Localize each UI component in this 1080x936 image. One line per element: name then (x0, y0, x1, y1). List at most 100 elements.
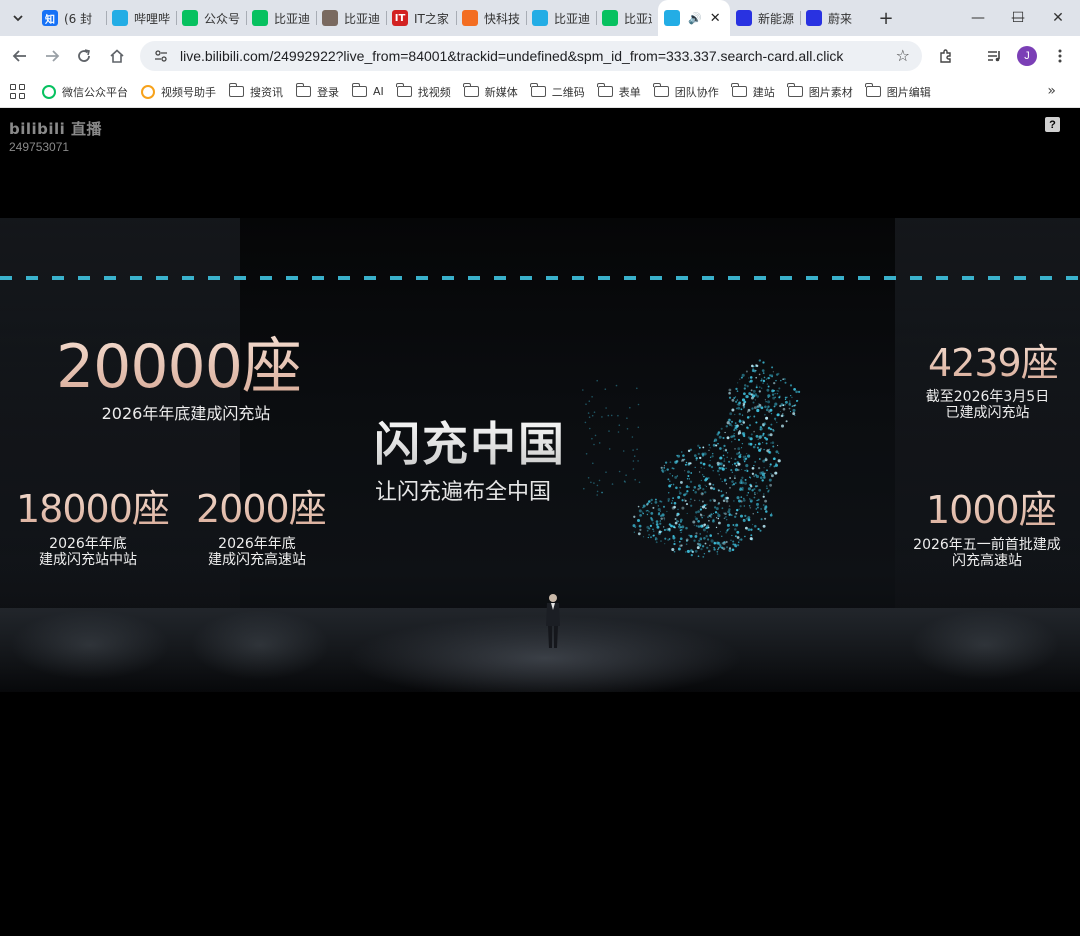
folder-icon (597, 83, 613, 97)
browser-tab[interactable]: 快科技 (456, 0, 526, 36)
tab-title: 比亚迪 (344, 11, 380, 26)
bookmark-label: 搜资讯 (250, 85, 283, 99)
bookmark-folder[interactable]: 建站 (731, 83, 775, 100)
stat-caption: 2026年五一前首批建成 闪充高速站 (905, 537, 1069, 569)
bookmark-label: 图片编辑 (886, 85, 931, 99)
stat-value: 18000座 (16, 487, 170, 531)
tab-title: 新能源 (758, 11, 794, 26)
home-icon (110, 49, 124, 63)
avatar: J (1017, 46, 1037, 66)
bookmark-folder[interactable]: 找视频 (396, 83, 451, 100)
stat-caption-line: 2026年年底 (49, 536, 127, 552)
tab-favicon-icon (252, 10, 268, 26)
stat-value: 2000座 (196, 487, 327, 531)
tab-favicon-icon (736, 10, 752, 26)
browser-menu-button[interactable] (1044, 40, 1076, 72)
bookmark-label: 视频号助手 (161, 85, 216, 99)
close-tab-button[interactable]: ✕ (710, 11, 721, 26)
bookmark-folder[interactable]: 表单 (597, 83, 641, 100)
tab-title: 比亚迪 (274, 11, 310, 26)
media-queue-icon (988, 51, 1000, 62)
stat-caption: 2026年年底 建成闪充站中站 (18, 536, 158, 568)
help-icon[interactable]: ? (1045, 117, 1060, 132)
tab-title: 蔚来 (828, 11, 853, 26)
bookmark-folder[interactable]: AI (351, 83, 384, 98)
site-info-icon[interactable] (152, 49, 170, 63)
address-bar[interactable]: live.bilibili.com/24992922?live_from=840… (140, 41, 922, 71)
china-map-particles (582, 359, 801, 558)
folder-icon (731, 83, 747, 97)
chevron-down-icon (13, 15, 23, 22)
bookmark-star-icon[interactable]: ☆ (896, 46, 910, 65)
stat-caption-line: 建成闪充高速站 (208, 552, 306, 568)
profile-button[interactable]: J (1011, 40, 1043, 72)
bookmark-label: 找视频 (417, 85, 451, 99)
tab-title: 比亚迪 (554, 11, 590, 26)
bookmark-label: 图片素材 (808, 85, 853, 99)
stat-caption-line: 闪充高速站 (952, 553, 1022, 569)
stat-caption: 2026年年底 建成闪充高速站 (190, 536, 324, 568)
back-button[interactable] (4, 40, 36, 72)
tab-favicon-icon (664, 10, 680, 26)
stat-value: 4239座 (928, 341, 1059, 385)
bookmark-link[interactable]: 微信公众平台 (42, 84, 128, 100)
bookmark-folder[interactable]: 团队协作 (653, 83, 719, 100)
bookmark-folder[interactable]: 新媒体 (463, 83, 518, 100)
media-control-button[interactable] (978, 40, 1010, 72)
floor-reflection (190, 610, 330, 680)
bookmark-link[interactable]: 视频号助手 (141, 84, 216, 100)
minimize-window-button[interactable]: — (958, 0, 998, 36)
tab-title: (6 封 (64, 11, 93, 26)
speaker-icon[interactable]: 🔊 (688, 12, 702, 25)
folder-icon (228, 83, 244, 97)
slide-title: 闪充中国 (374, 408, 566, 474)
live-video-player[interactable]: bilibili 直播 249753071 ? 20000座 2026年年底建成… (0, 108, 1080, 936)
tab-favicon-icon (806, 10, 822, 26)
browser-tab[interactable]: 比亚迪 (526, 0, 596, 36)
tab-active[interactable]: 🔊 ✕ (658, 0, 730, 36)
cyan-dashed-line (0, 276, 1080, 280)
browser-tab[interactable]: 比亚迪 (596, 0, 658, 36)
bookmark-folder[interactable]: 图片素材 (787, 83, 853, 100)
close-window-button[interactable]: ✕ (1038, 0, 1078, 36)
browser-tab[interactable]: 新能源 (730, 0, 800, 36)
browser-tab[interactable]: 比亚迪 (316, 0, 386, 36)
floor-reflection (910, 610, 1060, 680)
bookmark-label: 登录 (317, 85, 339, 99)
wechat-icon (42, 84, 56, 99)
bookmarks-bar: 微信公众平台 视频号助手 搜资讯 登录 AI 找视频 新媒体 二维码 表单 团队协作 建站 图片素材 图… (0, 76, 1080, 108)
folder-icon (463, 83, 479, 97)
folder-icon (396, 83, 412, 97)
tab-title: 公众号 (204, 11, 240, 26)
browser-tab[interactable]: 蔚来 (800, 0, 870, 36)
new-tab-button[interactable]: + (872, 4, 900, 32)
bookmark-label: 微信公众平台 (62, 85, 128, 99)
reload-button[interactable] (68, 40, 100, 72)
tab-title: 快科技 (484, 11, 520, 26)
browser-tab[interactable]: 知 (6 封 (36, 0, 106, 36)
home-button[interactable] (101, 40, 133, 72)
folder-icon (787, 83, 803, 97)
browser-tab[interactable]: 哔哩哔 (106, 0, 176, 36)
tab-strip: 知(6 封哔哩哔公众号比亚迪比亚迪ITIT之家快科技比亚迪比亚迪🔊✕新能源蔚来 … (0, 0, 1080, 36)
bookmark-label: 新媒体 (484, 85, 518, 99)
bookmark-folder[interactable]: 搜资讯 (228, 83, 283, 100)
maximize-window-button[interactable]: ☐ (998, 0, 1038, 36)
tab-favicon-icon: IT (392, 10, 408, 26)
bookmark-label: 二维码 (551, 85, 585, 99)
bookmark-folder[interactable]: 二维码 (530, 83, 585, 100)
presenter-figure (546, 594, 560, 648)
browser-tab[interactable]: IT IT之家 (386, 0, 456, 36)
browser-tab[interactable]: 比亚迪 (246, 0, 316, 36)
extensions-button[interactable] (930, 40, 962, 72)
bookmarks-overflow-button[interactable]: » (1047, 83, 1056, 99)
forward-button[interactable] (36, 40, 68, 72)
bookmark-folder[interactable]: 登录 (295, 83, 339, 100)
url-text: live.bilibili.com/24992922?live_from=840… (180, 48, 844, 64)
folder-icon (530, 83, 546, 97)
tab-search-button[interactable] (6, 6, 30, 30)
browser-tab[interactable]: 公众号 (176, 0, 246, 36)
browser-toolbar: live.bilibili.com/24992922?live_from=840… (0, 36, 1080, 76)
apps-grid-icon[interactable] (8, 82, 28, 102)
bookmark-folder[interactable]: 图片编辑 (865, 83, 931, 100)
